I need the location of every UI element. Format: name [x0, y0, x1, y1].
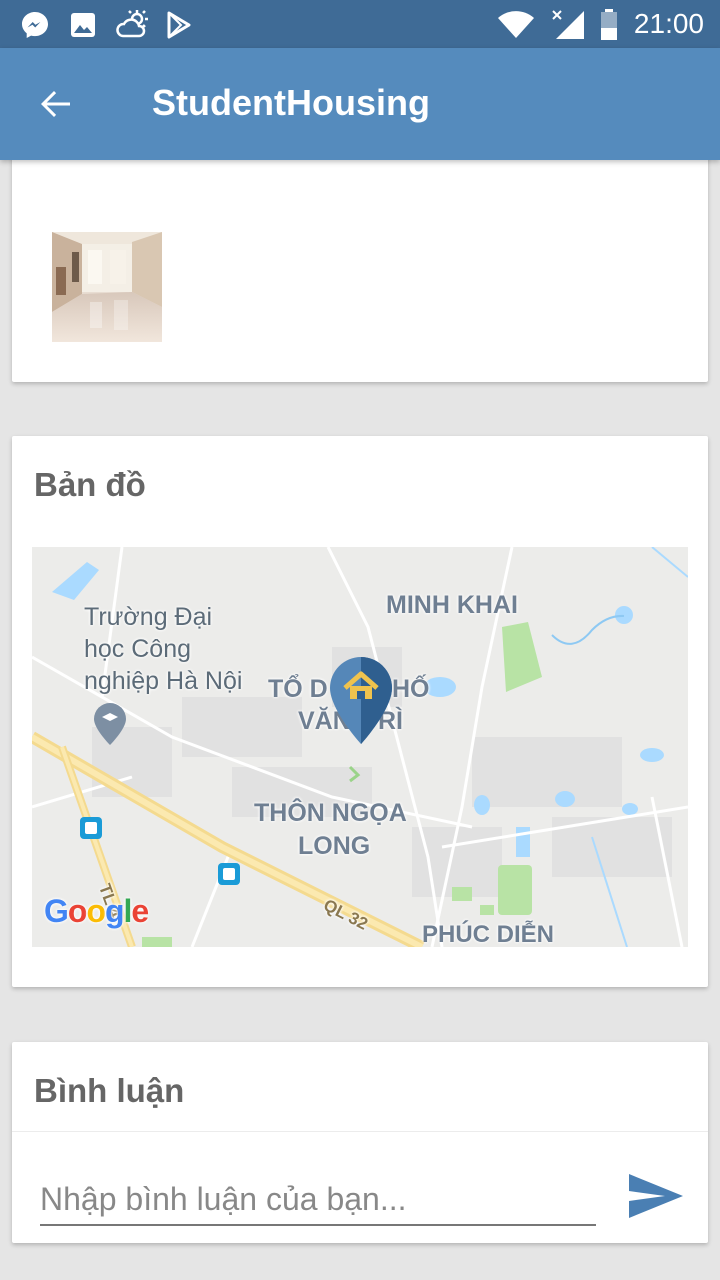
send-comment-button[interactable]	[624, 1170, 688, 1226]
back-button[interactable]	[26, 76, 86, 136]
comment-input[interactable]	[40, 1174, 596, 1226]
comments-card: Bình luận	[12, 1042, 708, 1243]
photos-card	[12, 150, 708, 382]
app-bar: StudentHousing	[0, 48, 720, 160]
map-label-long: LONG	[298, 832, 371, 860]
map-label-to-dan-pho: TỔ D	[268, 675, 328, 703]
battery-icon	[598, 9, 620, 40]
send-icon	[627, 1172, 685, 1225]
cellular-signal-icon	[550, 10, 586, 40]
status-bar: 21:00	[0, 0, 720, 48]
map-section-title: Bản đồ	[34, 466, 146, 503]
wifi-icon	[496, 10, 536, 40]
room-photo-thumbnail[interactable]	[52, 232, 162, 342]
arrow-back-icon	[38, 86, 74, 127]
image-icon	[68, 10, 98, 40]
map-label-minh-khai: MINH KHAI	[386, 591, 518, 619]
divider	[12, 1131, 708, 1132]
house-location-marker[interactable]	[328, 655, 394, 747]
status-time: 21:00	[633, 8, 704, 39]
map-place-university: Trường Đại học Công nghiệp Hà Nội	[84, 603, 243, 695]
comments-section-title: Bình luận	[34, 1072, 185, 1109]
app-title: StudentHousing	[152, 82, 430, 123]
map-label-to-dan-pho-end: HỐ	[392, 675, 430, 703]
messenger-icon	[20, 10, 50, 40]
weather-icon	[114, 10, 152, 40]
bus-stop-marker	[80, 817, 102, 839]
google-logo: Google	[44, 893, 149, 929]
map-label-phuc-dien: PHÚC DIỄN	[422, 921, 555, 947]
play-store-icon	[164, 10, 194, 40]
bus-stop-marker	[218, 863, 240, 885]
map-card: Bản đồ Trường Đại học Công nghiệp Hà Nội…	[12, 436, 708, 987]
map-label-thon-ngoa-long: THÔN NGỌA	[254, 799, 407, 827]
map-view[interactable]: Trường Đại học Công nghiệp Hà Nội MINH K…	[32, 547, 688, 947]
